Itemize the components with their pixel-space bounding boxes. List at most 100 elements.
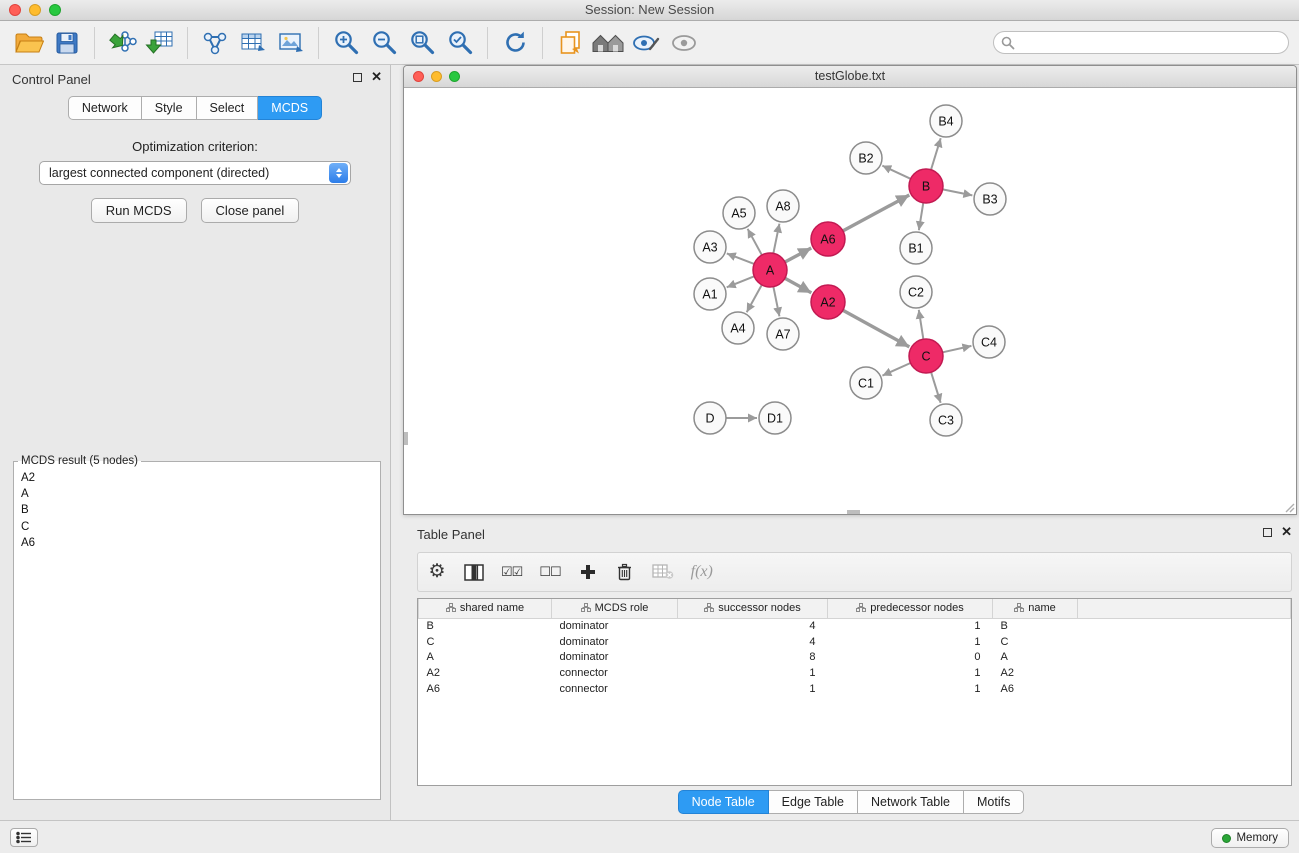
tab-motifs[interactable]: Motifs bbox=[964, 790, 1024, 814]
select-all-checks-icon[interactable]: ☑☑ bbox=[501, 560, 522, 584]
table-cell[interactable]: C bbox=[419, 634, 552, 650]
graph-node-A3[interactable]: A3 bbox=[694, 231, 726, 263]
add-row-icon[interactable] bbox=[578, 560, 598, 584]
table-cell[interactable]: A bbox=[419, 650, 552, 666]
refresh-view-icon[interactable] bbox=[496, 25, 534, 61]
graph-node-B4[interactable]: B4 bbox=[930, 105, 962, 137]
task-history-button[interactable] bbox=[10, 828, 38, 847]
open-session-icon[interactable] bbox=[10, 25, 48, 61]
run-mcds-button[interactable]: Run MCDS bbox=[91, 198, 187, 223]
table-cell[interactable]: 8 bbox=[678, 650, 828, 666]
graph-node-A5[interactable]: A5 bbox=[723, 197, 755, 229]
graph-node-A[interactable]: A bbox=[753, 253, 787, 287]
table-cell[interactable]: 4 bbox=[678, 618, 828, 634]
function-builder-icon[interactable]: f(x) bbox=[691, 560, 713, 584]
graph-edge-B-B4[interactable] bbox=[931, 138, 941, 170]
memory-button[interactable]: Memory bbox=[1211, 828, 1289, 848]
table-cell[interactable]: 1 bbox=[678, 665, 828, 681]
graph-node-A1[interactable]: A1 bbox=[694, 278, 726, 310]
graph-edge-C-C1[interactable] bbox=[882, 363, 910, 376]
graph-node-B2[interactable]: B2 bbox=[850, 142, 882, 174]
deselect-all-checks-icon[interactable]: ☐☐ bbox=[539, 560, 560, 584]
show-hide-eye-icon[interactable] bbox=[665, 25, 703, 61]
table-cell[interactable]: dominator bbox=[552, 618, 678, 634]
network-close-button[interactable] bbox=[413, 71, 424, 82]
mcds-result-item[interactable]: A bbox=[21, 486, 380, 502]
network-window-titlebar[interactable]: testGlobe.txt bbox=[404, 66, 1296, 88]
mcds-result-item[interactable]: B bbox=[21, 502, 380, 518]
graph-node-B[interactable]: B bbox=[909, 169, 943, 203]
save-session-icon[interactable] bbox=[48, 25, 86, 61]
import-network-file-icon[interactable] bbox=[103, 25, 141, 61]
table-cell[interactable]: 4 bbox=[678, 634, 828, 650]
column-header-mcds-role[interactable]: MCDS role bbox=[552, 599, 678, 618]
graph-node-A7[interactable]: A7 bbox=[767, 318, 799, 350]
table-row[interactable]: A6connector11A6 bbox=[419, 681, 1291, 697]
graph-edge-C-C4[interactable] bbox=[943, 346, 972, 352]
table-cell[interactable]: B bbox=[419, 618, 552, 634]
table-cell[interactable]: B bbox=[993, 618, 1078, 634]
graph-edge-C-C3[interactable] bbox=[931, 372, 941, 403]
open-recent-files-icon[interactable] bbox=[551, 25, 589, 61]
toggle-details-icon[interactable] bbox=[627, 25, 665, 61]
table-cell[interactable]: connector bbox=[552, 665, 678, 681]
graph-edge-A-A1[interactable] bbox=[727, 276, 755, 287]
graph-node-D1[interactable]: D1 bbox=[759, 402, 791, 434]
search-input[interactable] bbox=[1015, 36, 1288, 50]
export-image-icon[interactable] bbox=[272, 25, 310, 61]
delete-row-trash-icon[interactable] bbox=[615, 560, 635, 584]
graph-edge-A2-C[interactable] bbox=[843, 310, 909, 347]
mcds-result-item[interactable]: A6 bbox=[21, 535, 380, 551]
graph-edge-A6-B[interactable] bbox=[843, 195, 909, 231]
window-resize-grip[interactable] bbox=[1283, 501, 1295, 513]
table-row[interactable]: Adominator80A bbox=[419, 650, 1291, 666]
graph-node-C1[interactable]: C1 bbox=[850, 367, 882, 399]
graph-node-A6[interactable]: A6 bbox=[811, 222, 845, 256]
mcds-result-item[interactable]: A2 bbox=[21, 470, 380, 486]
table-cell[interactable]: dominator bbox=[552, 634, 678, 650]
fullscreen-window-button[interactable] bbox=[49, 4, 61, 16]
home-pair-icon[interactable] bbox=[589, 25, 627, 61]
table-float-panel-icon[interactable] bbox=[1263, 528, 1272, 537]
graph-node-C4[interactable]: C4 bbox=[973, 326, 1005, 358]
table-cell[interactable]: 0 bbox=[828, 650, 993, 666]
tab-select[interactable]: Select bbox=[197, 96, 259, 120]
table-cell[interactable]: connector bbox=[552, 681, 678, 697]
show-columns-icon[interactable] bbox=[464, 560, 484, 584]
table-cell[interactable]: A6 bbox=[419, 681, 552, 697]
close-window-button[interactable] bbox=[9, 4, 21, 16]
float-panel-icon[interactable] bbox=[353, 73, 362, 82]
table-cell[interactable]: 1 bbox=[828, 618, 993, 634]
search-field[interactable] bbox=[993, 31, 1289, 54]
graph-edge-A-A5[interactable] bbox=[748, 229, 762, 255]
close-panel-button[interactable]: Close panel bbox=[201, 198, 300, 223]
graph-edge-C-C2[interactable] bbox=[919, 310, 924, 339]
network-canvas[interactable]: B4B2BB3A5A8A6B1A3AC2A1A2A4A7C4CC1C3DD1 bbox=[404, 88, 1296, 514]
network-horizontal-scroll-thumb[interactable] bbox=[847, 510, 860, 514]
new-network-table-icon[interactable] bbox=[234, 25, 272, 61]
table-cell[interactable]: dominator bbox=[552, 650, 678, 666]
zoom-selected-icon[interactable] bbox=[441, 25, 479, 61]
tab-network[interactable]: Network bbox=[68, 96, 142, 120]
graph-edge-A-A2[interactable] bbox=[785, 278, 811, 293]
graph-edge-B-B2[interactable] bbox=[882, 166, 910, 179]
graph-edge-A-A6[interactable] bbox=[785, 248, 811, 262]
network-minimize-button[interactable] bbox=[431, 71, 442, 82]
table-cell[interactable]: C bbox=[993, 634, 1078, 650]
zoom-in-icon[interactable] bbox=[327, 25, 365, 61]
graph-node-A2[interactable]: A2 bbox=[811, 285, 845, 319]
tab-node-table[interactable]: Node Table bbox=[678, 790, 769, 814]
table-cell[interactable]: 1 bbox=[828, 681, 993, 697]
tab-edge-table[interactable]: Edge Table bbox=[769, 790, 858, 814]
table-row[interactable]: A2connector11A2 bbox=[419, 665, 1291, 681]
graph-node-A8[interactable]: A8 bbox=[767, 190, 799, 222]
tab-mcds[interactable]: MCDS bbox=[258, 96, 322, 120]
close-panel-icon[interactable]: ✕ bbox=[371, 71, 382, 83]
graph-node-C2[interactable]: C2 bbox=[900, 276, 932, 308]
table-row[interactable]: Cdominator41C bbox=[419, 634, 1291, 650]
network-tools-icon[interactable] bbox=[196, 25, 234, 61]
graph-node-B3[interactable]: B3 bbox=[974, 183, 1006, 215]
table-cell[interactable]: A2 bbox=[993, 665, 1078, 681]
zoom-fit-content-icon[interactable] bbox=[403, 25, 441, 61]
column-header-predecessor-nodes[interactable]: predecessor nodes bbox=[828, 599, 993, 618]
